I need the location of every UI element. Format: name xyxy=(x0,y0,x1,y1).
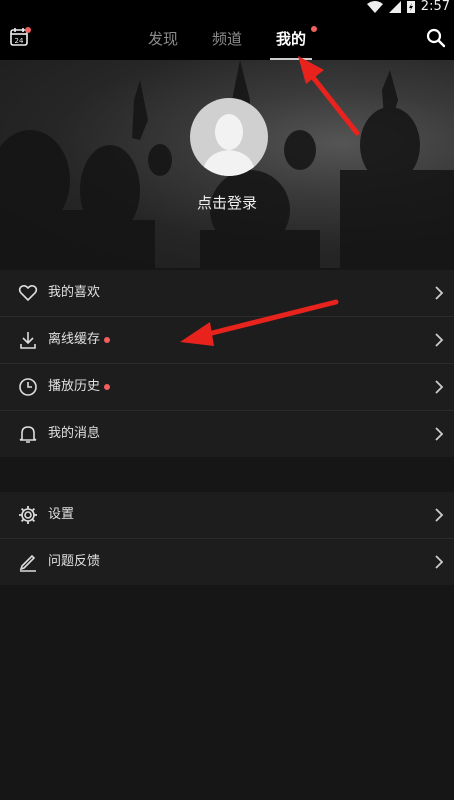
menu-item-play-history[interactable]: 播放历史 xyxy=(0,364,454,411)
wifi-icon xyxy=(366,0,383,13)
menu-item-label: 我的消息 xyxy=(48,426,101,441)
menu-item-label: 设置 xyxy=(48,507,75,522)
edit-icon xyxy=(19,554,36,572)
login-link[interactable]: 点击登录 xyxy=(0,192,454,213)
signal-icon xyxy=(388,0,401,13)
profile-header: 点击登录 xyxy=(0,60,454,268)
menu-item-offline-cache[interactable]: 离线缓存 xyxy=(0,317,454,364)
chevron-right-icon xyxy=(435,508,444,522)
status-time: 2:57 xyxy=(420,0,450,14)
chevron-right-icon xyxy=(435,555,444,569)
clock-icon xyxy=(19,378,37,396)
top-nav: 24 发现 频道 我的 xyxy=(0,14,454,60)
status-bar: 2:57 xyxy=(0,0,454,14)
offline-cache-badge-dot xyxy=(104,337,110,343)
chevron-right-icon xyxy=(435,380,444,394)
avatar[interactable] xyxy=(190,98,268,176)
bell-icon xyxy=(19,426,37,443)
tab-mine[interactable]: 我的 xyxy=(270,14,318,60)
tab-mine-badge-dot xyxy=(311,26,318,32)
chevron-right-icon xyxy=(435,286,444,300)
default-user-icon xyxy=(202,114,256,176)
tab-channel[interactable]: 频道 xyxy=(210,14,244,60)
menu-item-label: 我的喜欢 xyxy=(48,285,101,300)
menu-group-library: 我的喜欢 离线缓存 播放历史 我的消息 xyxy=(0,270,454,457)
search-icon[interactable] xyxy=(426,28,446,48)
download-icon xyxy=(20,332,36,349)
menu-item-messages[interactable]: 我的消息 xyxy=(0,411,454,457)
heart-icon xyxy=(18,284,38,302)
chevron-right-icon xyxy=(435,333,444,347)
menu-item-label: 问题反馈 xyxy=(48,554,101,569)
menu-item-favorites[interactable]: 我的喜欢 xyxy=(0,270,454,317)
menu-group-settings: 设置 问题反馈 xyxy=(0,492,454,585)
gear-icon xyxy=(19,506,37,524)
chevron-right-icon xyxy=(435,427,444,441)
menu-item-settings[interactable]: 设置 xyxy=(0,492,454,539)
tab-discover[interactable]: 发现 xyxy=(146,14,180,60)
menu-item-feedback[interactable]: 问题反馈 xyxy=(0,539,454,585)
menu-item-label: 离线缓存 xyxy=(48,332,101,347)
menu-item-label: 播放历史 xyxy=(48,379,101,394)
play-history-badge-dot xyxy=(104,384,110,390)
battery-icon xyxy=(406,1,415,13)
